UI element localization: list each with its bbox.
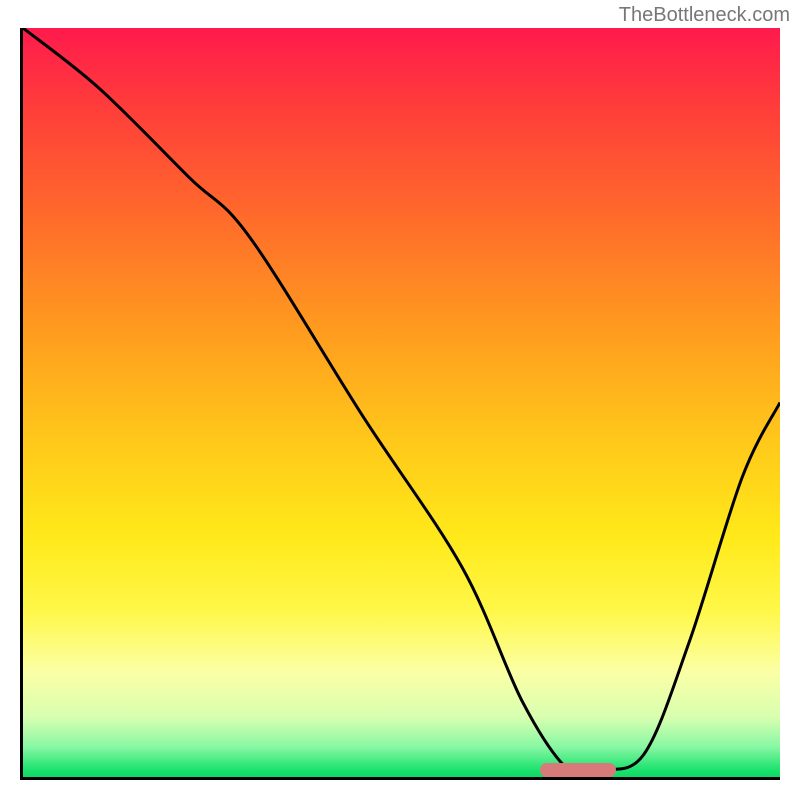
optimal-marker [540, 763, 616, 777]
bottleneck-curve [23, 28, 780, 777]
watermark-text: TheBottleneck.com [619, 4, 790, 27]
curve-line [23, 28, 780, 775]
chart-container: TheBottleneck.com [0, 0, 800, 800]
plot-area [20, 28, 780, 780]
